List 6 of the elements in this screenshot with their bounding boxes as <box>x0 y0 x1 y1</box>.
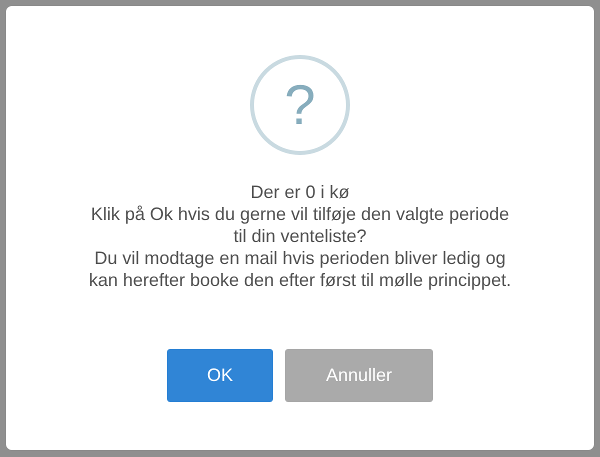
ok-button[interactable]: OK <box>167 349 273 402</box>
question-icon: ? <box>250 55 350 155</box>
message-text: Der er 0 i kø <box>249 181 351 203</box>
message-text: Klik på Ok hvis du gerne vil tilføje den valgte periode til din venteliste? <box>90 203 510 247</box>
cancel-button[interactable]: Annuller <box>285 349 433 402</box>
message-text: Du vil modtage en mail hvis perioden bliver ledig og kan herefter booke den efter først til mølle princippet. <box>88 247 512 291</box>
